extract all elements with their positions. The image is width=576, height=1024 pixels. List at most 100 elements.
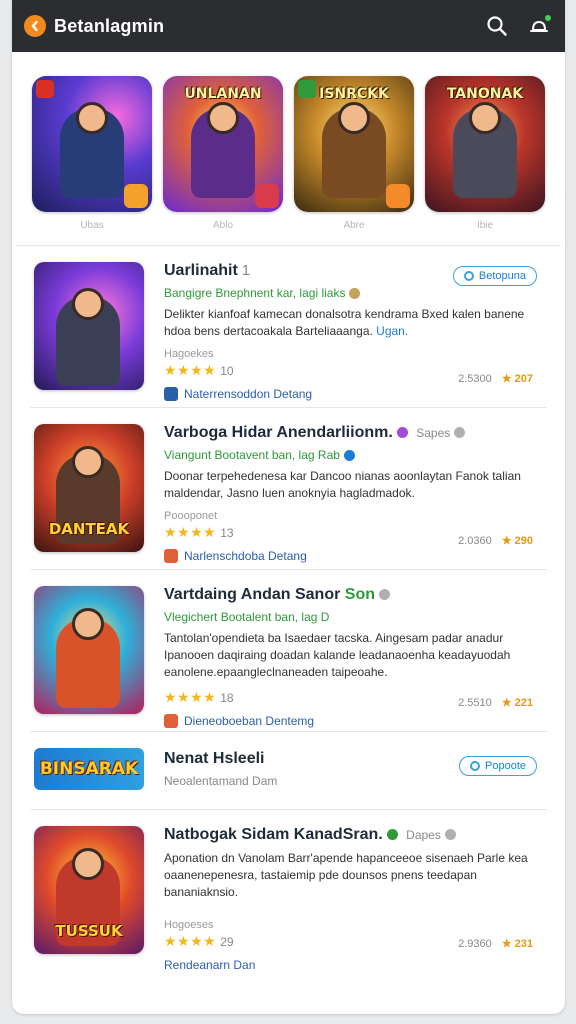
rating-count: 18 xyxy=(220,691,234,705)
price: ★ 231 xyxy=(501,938,533,950)
category-link[interactable]: Naterrensoddon Detang xyxy=(164,387,547,401)
banner-chip[interactable]: Popoote xyxy=(459,756,537,776)
chip-icon xyxy=(470,761,481,771)
featured-game-card[interactable]: UNLANAN Ablo xyxy=(163,76,283,245)
featured-game-label: Ubas xyxy=(80,220,104,231)
featured-game-card[interactable]: TANONAK Ibie xyxy=(425,76,545,245)
downloads: 2.9360 xyxy=(458,937,492,950)
price: ★ 221 xyxy=(501,697,533,709)
list-item[interactable]: TUSSUK Natbogak Sidam KanadSran. Dapes A… xyxy=(30,810,547,972)
info-icon xyxy=(454,427,466,439)
featured-game-art-title: ISNRCKK xyxy=(319,86,389,102)
banner-row[interactable]: BINSARAK Nenat Hsleeli Neoalentamand Dam… xyxy=(30,732,547,810)
meta-label: Hagoekes xyxy=(164,348,214,360)
game-thumbnail: TUSSUK xyxy=(34,826,144,954)
category-text: Dieneoboeban Dentemg xyxy=(184,714,315,728)
rating-count: 13 xyxy=(220,526,234,540)
item-title[interactable]: Uarlinahit 1 xyxy=(164,262,547,280)
list-item[interactable]: Vartdaing Andan Sanor Son Vlegichert Boo… xyxy=(30,570,547,732)
meta-label: Poooponet xyxy=(164,510,218,522)
bell-icon[interactable] xyxy=(525,12,553,40)
category-link[interactable]: Dieneoboeban Dentemg xyxy=(164,714,547,728)
featured-row: Ubas UNLANAN Ablo ISNRCKK Abre TANONAK I… xyxy=(16,52,561,246)
hero-head xyxy=(76,102,108,134)
featured-game-art xyxy=(32,76,152,212)
info-icon xyxy=(379,589,390,601)
badge-icon xyxy=(396,427,408,439)
hero-head xyxy=(72,608,104,640)
hero-head xyxy=(207,102,239,134)
info-icon xyxy=(444,829,456,841)
item-description: Aponation dn Vanolam Barr'apende hapance… xyxy=(164,851,528,899)
chip-label: Popoote xyxy=(485,760,526,772)
downloads: 2.5510 xyxy=(458,696,492,709)
verified-icon xyxy=(349,288,361,300)
game-thumbnail xyxy=(34,586,144,714)
developer-text: Viangunt Bootavent ban, lag Rab xyxy=(164,448,340,462)
app-title: Betanlagmin xyxy=(54,15,165,36)
item-title-text: Varboga Hidar Anendarliionm. xyxy=(164,424,393,441)
hero-head xyxy=(338,102,370,134)
item-title[interactable]: Natbogak Sidam KanadSran. Dapes xyxy=(164,826,547,844)
thumbnail-art-title: TUSSUK xyxy=(55,922,123,940)
item-title-text: Uarlinahit xyxy=(164,262,238,279)
banner-art-title: BINSARAK xyxy=(39,759,139,779)
developer-text: Bangigre Bnephnent kar, lagi liaks xyxy=(164,286,346,300)
item-title[interactable]: Vartdaing Andan Sanor Son xyxy=(164,586,547,604)
developer-link[interactable]: Viangunt Bootavent ban, lag Rab xyxy=(164,448,547,462)
item-description: Tantolan'opendieta ba Isaedaer tacska. A… xyxy=(164,631,511,679)
featured-game-art: TANONAK xyxy=(425,76,545,212)
item-description: Doonar terpehedenesa kar Dancoo nianas a… xyxy=(164,469,521,500)
badge-icon xyxy=(386,829,398,841)
item-stats: 2.9360 ★ 231 xyxy=(458,937,533,951)
banner-subtitle: Neoalentamand Dam xyxy=(164,774,278,788)
stars-text: ★★★★ xyxy=(164,362,217,378)
item-stats: 2.5300 ★ 207 xyxy=(458,372,533,386)
list-item[interactable]: Betopuna Uarlinahit 1 Bangigre Bnephnent … xyxy=(30,246,547,408)
featured-game-art: UNLANAN xyxy=(163,76,283,212)
stars-text: ★★★★ xyxy=(164,689,217,705)
stars-text: ★★★★ xyxy=(164,524,217,540)
search-icon[interactable] xyxy=(483,12,511,40)
notification-dot xyxy=(545,15,551,21)
developer-link[interactable]: Vlegichert Bootalent ban, lag D xyxy=(164,610,547,624)
price-value: 207 xyxy=(514,373,533,385)
rating-count: 29 xyxy=(220,935,234,949)
description-text: Delikter kianfoaf kamecan donalsotra ken… xyxy=(164,307,525,338)
item-stats: 2.0360 ★ 290 xyxy=(458,534,533,548)
featured-game-art-title: TANONAK xyxy=(446,86,524,102)
item-description: Delikter kianfoaf kamecan donalsotra ken… xyxy=(164,306,534,340)
category-text: Narlenschdoba Detang xyxy=(184,549,307,563)
item-title[interactable]: Varboga Hidar Anendarliionm. Sapes xyxy=(164,424,547,442)
item-info: Natbogak Sidam KanadSran. Dapes Aponatio… xyxy=(164,826,547,972)
tag-icon xyxy=(36,80,54,98)
app-window: Betanlagmin Ubas UNLANAN Ablo ISNRCKK Ab… xyxy=(12,0,565,1014)
item-stats: 2.5510 ★ 221 xyxy=(458,696,533,710)
badge-icon xyxy=(255,184,279,208)
featured-game-card[interactable]: ISNRCKK Abre xyxy=(294,76,414,245)
developer-link[interactable]: Bangigre Bnephnent kar, lagi liaks xyxy=(164,286,547,300)
list-item[interactable]: DANTEAK Varboga Hidar Anendarliionm. Sap… xyxy=(30,408,547,570)
app-bar: Betanlagmin xyxy=(12,0,565,52)
game-thumbnail xyxy=(34,262,144,390)
category-link[interactable]: Narlenschdoba Detang xyxy=(164,549,547,563)
category-link[interactable]: Rendeanarn Dan xyxy=(164,958,547,972)
price-value: 231 xyxy=(514,938,533,950)
description-link[interactable]: Ugan. xyxy=(376,324,408,338)
featured-game-card[interactable]: Ubas xyxy=(32,76,152,245)
badge-icon xyxy=(386,184,410,208)
item-title-text: Vartdaing Andan Sanor xyxy=(164,586,341,603)
category-icon xyxy=(164,387,178,401)
verified-icon xyxy=(343,450,355,462)
downloads: 2.0360 xyxy=(458,534,492,547)
item-tag: Sapes xyxy=(416,426,451,440)
hero-head xyxy=(72,848,104,880)
app-logo-icon[interactable] xyxy=(24,15,46,37)
developer-text: Vlegichert Bootalent ban, lag D xyxy=(164,610,330,624)
featured-game-label: Ablo xyxy=(212,220,233,231)
stars-text: ★★★★ xyxy=(164,933,217,949)
price-value: 221 xyxy=(514,697,533,709)
price-value: 290 xyxy=(514,535,533,547)
hero-head xyxy=(72,446,104,478)
featured-game-label: Ibie xyxy=(476,220,494,231)
